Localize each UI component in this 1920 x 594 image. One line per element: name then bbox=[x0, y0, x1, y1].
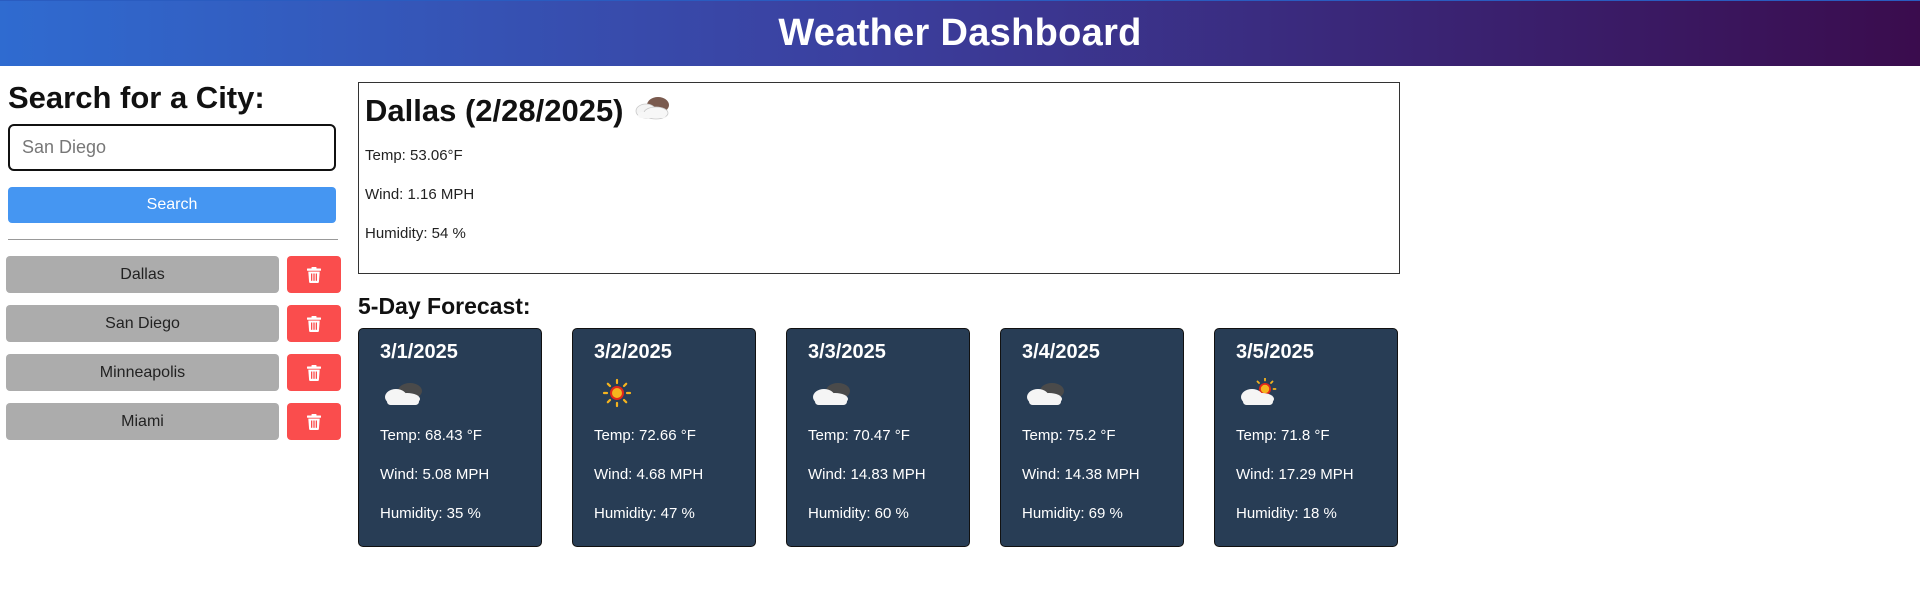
sidebar-divider bbox=[8, 239, 338, 240]
forecast-wind: Wind: 14.83 MPH bbox=[808, 466, 926, 483]
forecast-cards: 3/1/2025 Temp: 68.43 °F Wind: 5.08 MPH H… bbox=[358, 328, 1398, 547]
forecast-heading: 5-Day Forecast: bbox=[358, 293, 531, 319]
page-title: Weather Dashboard bbox=[778, 12, 1142, 54]
forecast-humidity: Humidity: 60 % bbox=[808, 505, 909, 522]
forecast-wind: Wind: 4.68 MPH bbox=[594, 466, 704, 483]
forecast-date: 3/1/2025 bbox=[380, 341, 458, 363]
delete-history-button[interactable] bbox=[287, 256, 341, 293]
forecast-card: 3/5/2025 Temp: 71.8 °F Wind: 17.29 MPH H… bbox=[1214, 328, 1398, 547]
forecast-temp: Temp: 68.43 °F bbox=[380, 427, 482, 444]
history-item: Dallas bbox=[6, 256, 342, 293]
search-history-list: Dallas San Diego Minneapolis Miami bbox=[6, 256, 342, 440]
history-city-button[interactable]: Minneapolis bbox=[6, 354, 279, 391]
forecast-temp: Temp: 72.66 °F bbox=[594, 427, 696, 444]
forecast-card: 3/4/2025 Temp: 75.2 °F Wind: 14.38 MPH H… bbox=[1000, 328, 1184, 547]
forecast-card: 3/1/2025 Temp: 68.43 °F Wind: 5.08 MPH H… bbox=[358, 328, 542, 547]
forecast-date: 3/2/2025 bbox=[594, 341, 672, 363]
trash-icon bbox=[307, 364, 321, 381]
forecast-temp: Temp: 70.47 °F bbox=[808, 427, 910, 444]
forecast-humidity: Humidity: 47 % bbox=[594, 505, 695, 522]
broken-clouds-icon bbox=[808, 373, 948, 413]
header-bar: Weather Dashboard bbox=[0, 0, 1920, 66]
current-weather-panel: Dallas (2/28/2025) Temp: 53.06°F Wind: 1… bbox=[358, 82, 1400, 274]
delete-history-button[interactable] bbox=[287, 354, 341, 391]
broken-clouds-icon bbox=[1022, 373, 1162, 413]
trash-icon bbox=[307, 315, 321, 332]
forecast-wind: Wind: 14.38 MPH bbox=[1022, 466, 1140, 483]
history-city-button[interactable]: Dallas bbox=[6, 256, 279, 293]
few-clouds-icon bbox=[1236, 373, 1376, 413]
forecast-humidity: Humidity: 35 % bbox=[380, 505, 481, 522]
clear-sun-icon bbox=[594, 373, 734, 413]
history-city-button[interactable]: San Diego bbox=[6, 305, 279, 342]
trash-icon bbox=[307, 413, 321, 430]
search-button[interactable]: Search bbox=[8, 187, 336, 223]
delete-history-button[interactable] bbox=[287, 403, 341, 440]
forecast-card: 3/3/2025 Temp: 70.47 °F Wind: 14.83 MPH … bbox=[786, 328, 970, 547]
history-item: Miami bbox=[6, 403, 342, 440]
current-weather-heading: Dallas (2/28/2025) bbox=[365, 91, 1393, 131]
trash-icon bbox=[307, 266, 321, 283]
sidebar: Search for a City: Search Dallas San Die… bbox=[6, 80, 342, 452]
forecast-date: 3/4/2025 bbox=[1022, 341, 1100, 363]
forecast-date: 3/5/2025 bbox=[1236, 341, 1314, 363]
current-city-date: Dallas (2/28/2025) bbox=[365, 93, 624, 128]
forecast-temp: Temp: 75.2 °F bbox=[1022, 427, 1116, 444]
city-search-input[interactable] bbox=[8, 124, 336, 171]
history-city-button[interactable]: Miami bbox=[6, 403, 279, 440]
search-heading: Search for a City: bbox=[8, 80, 265, 115]
forecast-humidity: Humidity: 18 % bbox=[1236, 505, 1337, 522]
history-item: San Diego bbox=[6, 305, 342, 342]
delete-history-button[interactable] bbox=[287, 305, 341, 342]
forecast-card: 3/2/2025 Temp: 72.66 °F Wind: 4.68 MPH H… bbox=[572, 328, 756, 547]
current-humidity: Humidity: 54 % bbox=[365, 225, 466, 242]
broken-clouds-icon bbox=[380, 373, 520, 413]
history-item: Minneapolis bbox=[6, 354, 342, 391]
forecast-humidity: Humidity: 69 % bbox=[1022, 505, 1123, 522]
forecast-wind: Wind: 17.29 MPH bbox=[1236, 466, 1354, 483]
broken-clouds-icon bbox=[632, 91, 672, 131]
forecast-date: 3/3/2025 bbox=[808, 341, 886, 363]
forecast-temp: Temp: 71.8 °F bbox=[1236, 427, 1330, 444]
current-temp: Temp: 53.06°F bbox=[365, 147, 463, 164]
forecast-wind: Wind: 5.08 MPH bbox=[380, 466, 490, 483]
current-wind: Wind: 1.16 MPH bbox=[365, 186, 475, 203]
